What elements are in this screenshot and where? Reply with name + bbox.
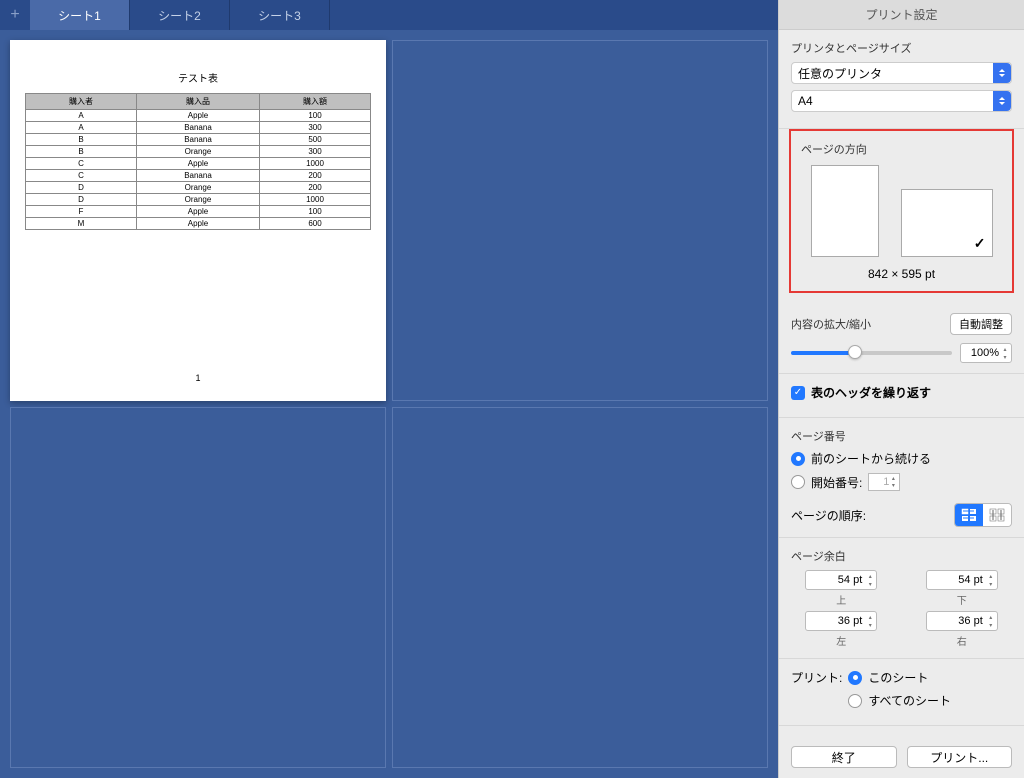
table-row: BOrange300	[26, 146, 371, 158]
col-header: 購入額	[260, 94, 371, 110]
preview-table: 購入者 購入品 購入額 AApple100ABanana300BBanana50…	[25, 93, 371, 230]
stepper-up-icon[interactable]: ▴	[888, 475, 898, 482]
tab-sheet2[interactable]: シート2	[130, 0, 230, 30]
scale-section: 内容の拡大/縮小 自動調整 100% ▴▾	[779, 303, 1024, 374]
order-across-icon	[961, 508, 977, 522]
col-header: 購入品	[136, 94, 259, 110]
tab-sheet3[interactable]: シート3	[230, 0, 330, 30]
sheet-tab-bar: + シート1 シート2 シート3	[0, 0, 778, 30]
margin-bottom-label: 下	[957, 592, 967, 607]
page-number: 1	[10, 373, 386, 383]
page-number-section: ページ番号 前のシートから続ける 開始番号: 1 ▴▾ ページの順序:	[779, 418, 1024, 538]
margins-label: ページ余白	[791, 548, 1012, 564]
dropdown-arrow-icon	[993, 63, 1011, 83]
print-settings-panel: プリント設定 プリンタとページサイズ 任意のプリンタ A4 ページの方向 ✓ 8…	[778, 0, 1024, 778]
scale-slider[interactable]	[791, 351, 952, 355]
repeat-header-checkbox[interactable]: ✓	[791, 386, 805, 400]
table-row: CBanana200	[26, 170, 371, 182]
radio-continue-from-prev[interactable]	[791, 452, 805, 466]
radio-this-sheet[interactable]	[848, 671, 862, 685]
table-title: テスト表	[25, 70, 371, 85]
page-order-label: ページの順序:	[791, 507, 866, 524]
auto-fit-button[interactable]: 自動調整	[950, 313, 1012, 335]
done-button[interactable]: 終了	[791, 746, 897, 768]
repeat-header-section: ✓ 表のヘッダを繰り返す	[779, 374, 1024, 418]
stepper-up-icon[interactable]: ▴	[1000, 345, 1010, 353]
start-number-label: 開始番号:	[811, 474, 862, 491]
orientation-landscape[interactable]: ✓	[901, 189, 993, 257]
margin-top-input[interactable]: 54 pt▴▾	[805, 570, 877, 590]
table-row: BBanana500	[26, 134, 371, 146]
margin-right-input[interactable]: 36 pt▴▾	[926, 611, 998, 631]
margin-top-label: 上	[836, 592, 846, 607]
page-preview-3[interactable]	[10, 407, 386, 768]
stepper-down-icon[interactable]: ▾	[1000, 353, 1010, 361]
table-row: ABanana300	[26, 122, 371, 134]
orientation-label: ページの方向	[801, 141, 1002, 157]
margin-bottom-input[interactable]: 54 pt▴▾	[926, 570, 998, 590]
page-number-label: ページ番号	[791, 428, 1012, 444]
all-sheets-label: すべてのシート	[868, 692, 951, 709]
scale-percent-input[interactable]: 100% ▴▾	[960, 343, 1012, 363]
orientation-portrait[interactable]	[811, 165, 879, 257]
page-preview-4[interactable]	[392, 407, 768, 768]
paper-size-value: A4	[798, 94, 813, 108]
table-row: AApple100	[26, 110, 371, 122]
radio-all-sheets[interactable]	[848, 694, 862, 708]
printer-size-label: プリンタとページサイズ	[791, 40, 1012, 56]
print-label: プリント:	[791, 669, 842, 686]
printer-select-value: 任意のプリンタ	[798, 65, 882, 82]
orientation-size-text: 842 × 595 pt	[801, 267, 1002, 281]
paper-size-select[interactable]: A4	[791, 90, 1012, 112]
order-down-icon	[989, 508, 1005, 522]
start-number-input[interactable]: 1 ▴▾	[868, 473, 900, 491]
this-sheet-label: このシート	[868, 669, 928, 686]
table-row: MApple600	[26, 218, 371, 230]
add-sheet-button[interactable]: +	[0, 0, 30, 30]
page-preview-2[interactable]	[392, 40, 768, 401]
print-target-section: プリント: このシート すべてのシート	[779, 659, 1024, 726]
page-order-segmented	[954, 503, 1012, 527]
continue-from-prev-label: 前のシートから続ける	[811, 450, 931, 467]
orientation-section: ページの方向 ✓ 842 × 595 pt	[789, 129, 1014, 293]
col-header: 購入者	[26, 94, 137, 110]
panel-title: プリント設定	[779, 0, 1024, 30]
printer-select[interactable]: 任意のプリンタ	[791, 62, 1012, 84]
print-button[interactable]: プリント...	[907, 746, 1013, 768]
table-row: FApple100	[26, 206, 371, 218]
main-preview-area: + シート1 シート2 シート3 テスト表 購入者 購入品 購入額 AApple…	[0, 0, 778, 778]
tab-sheet1[interactable]: シート1	[30, 0, 130, 30]
page-preview-grid: テスト表 購入者 購入品 購入額 AApple100ABanana300BBan…	[0, 30, 778, 778]
stepper-down-icon[interactable]: ▾	[888, 482, 898, 489]
bottom-buttons: 終了 プリント...	[779, 736, 1024, 778]
dropdown-arrow-icon	[993, 91, 1011, 111]
margin-right-label: 右	[957, 633, 967, 648]
scale-label: 内容の拡大/縮小	[791, 316, 871, 332]
radio-start-number[interactable]	[791, 475, 805, 489]
table-row: DOrange1000	[26, 194, 371, 206]
margin-left-label: 左	[836, 633, 846, 648]
check-icon: ✓	[974, 235, 986, 252]
table-row: DOrange200	[26, 182, 371, 194]
margin-left-input[interactable]: 36 pt▴▾	[805, 611, 877, 631]
table-row: CApple1000	[26, 158, 371, 170]
margins-section: ページ余白 54 pt▴▾ 上 54 pt▴▾ 下 36 pt▴▾ 左 36 p…	[779, 538, 1024, 659]
page-preview-1[interactable]: テスト表 購入者 購入品 購入額 AApple100ABanana300BBan…	[10, 40, 386, 401]
repeat-header-label: 表のヘッダを繰り返す	[811, 384, 931, 401]
slider-thumb[interactable]	[848, 345, 862, 359]
printer-size-section: プリンタとページサイズ 任意のプリンタ A4	[779, 30, 1024, 129]
page-order-across[interactable]	[955, 504, 983, 526]
page-order-down[interactable]	[983, 504, 1011, 526]
